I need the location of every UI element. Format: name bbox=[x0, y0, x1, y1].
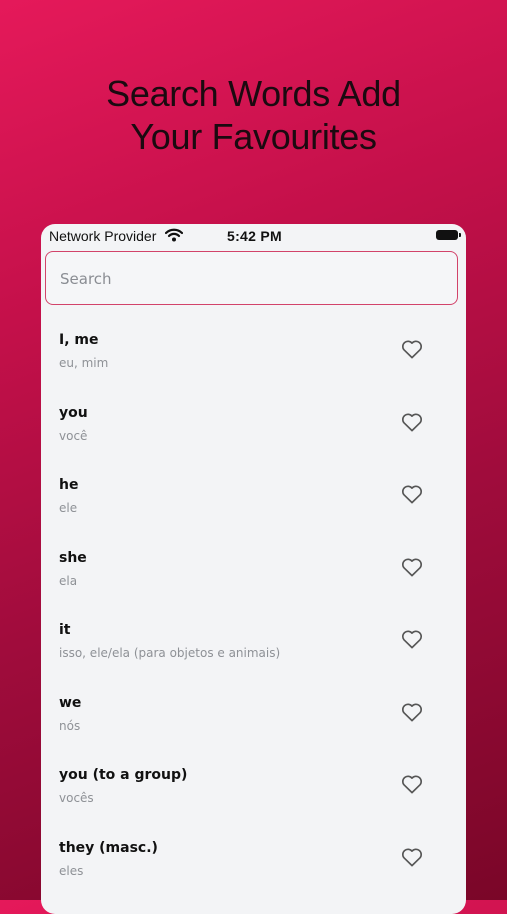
list-item[interactable]: I, me eu, mim bbox=[41, 314, 466, 387]
search-box[interactable] bbox=[45, 251, 458, 305]
search-input[interactable] bbox=[58, 252, 442, 305]
word-text: we bbox=[59, 694, 82, 711]
translation-text: eu, mim bbox=[59, 356, 109, 370]
word-text: she bbox=[59, 549, 87, 566]
list-item[interactable]: she ela bbox=[41, 532, 466, 605]
status-bar: Network Provider 5:42 PM bbox=[41, 224, 466, 250]
translation-text: ele bbox=[59, 501, 78, 515]
heart-outline-icon[interactable] bbox=[401, 484, 423, 504]
phone-screen: Network Provider 5:42 PM I, me eu, mim y… bbox=[41, 224, 466, 914]
translation-text: nós bbox=[59, 718, 81, 733]
heart-outline-icon[interactable] bbox=[401, 702, 423, 722]
translation-text: vocês bbox=[59, 791, 94, 805]
status-time: 5:42 PM bbox=[227, 228, 283, 244]
list-item[interactable]: it isso, ele/ela (para objetos e animais… bbox=[41, 604, 466, 677]
list-item[interactable]: we nós bbox=[41, 677, 466, 750]
heart-outline-icon[interactable] bbox=[401, 847, 423, 867]
battery-icon bbox=[436, 230, 461, 240]
word-list: I, me eu, mim you você he ele she ela it… bbox=[41, 314, 466, 894]
headline-line-1: Search Words Add bbox=[106, 73, 401, 114]
word-text: he bbox=[59, 477, 79, 493]
promo-headline: Search Words Add Your Favourites bbox=[0, 72, 507, 158]
translation-text: ela bbox=[59, 573, 78, 588]
word-text: I, me bbox=[59, 332, 99, 348]
carrier-label: Network Provider bbox=[49, 228, 157, 244]
list-item[interactable]: he ele bbox=[41, 459, 466, 532]
list-item[interactable]: you você bbox=[41, 387, 466, 460]
word-text: you bbox=[59, 404, 88, 421]
heart-outline-icon[interactable] bbox=[401, 774, 423, 794]
translation-text: isso, ele/ela (para objetos e animais) bbox=[59, 646, 281, 660]
translation-text: você bbox=[59, 428, 88, 443]
headline-line-2: Your Favourites bbox=[130, 116, 377, 157]
heart-outline-icon[interactable] bbox=[401, 412, 423, 432]
word-text: it bbox=[59, 622, 71, 638]
word-text: you (to a group) bbox=[59, 767, 188, 783]
wifi-icon bbox=[164, 228, 184, 242]
heart-outline-icon[interactable] bbox=[401, 629, 423, 649]
translation-text: eles bbox=[59, 863, 84, 878]
list-item[interactable]: you (to a group) vocês bbox=[41, 749, 466, 822]
heart-outline-icon[interactable] bbox=[401, 557, 423, 577]
word-text: they (masc.) bbox=[59, 839, 158, 856]
list-item[interactable]: they (masc.) eles bbox=[41, 822, 466, 895]
heart-outline-icon[interactable] bbox=[401, 339, 423, 359]
